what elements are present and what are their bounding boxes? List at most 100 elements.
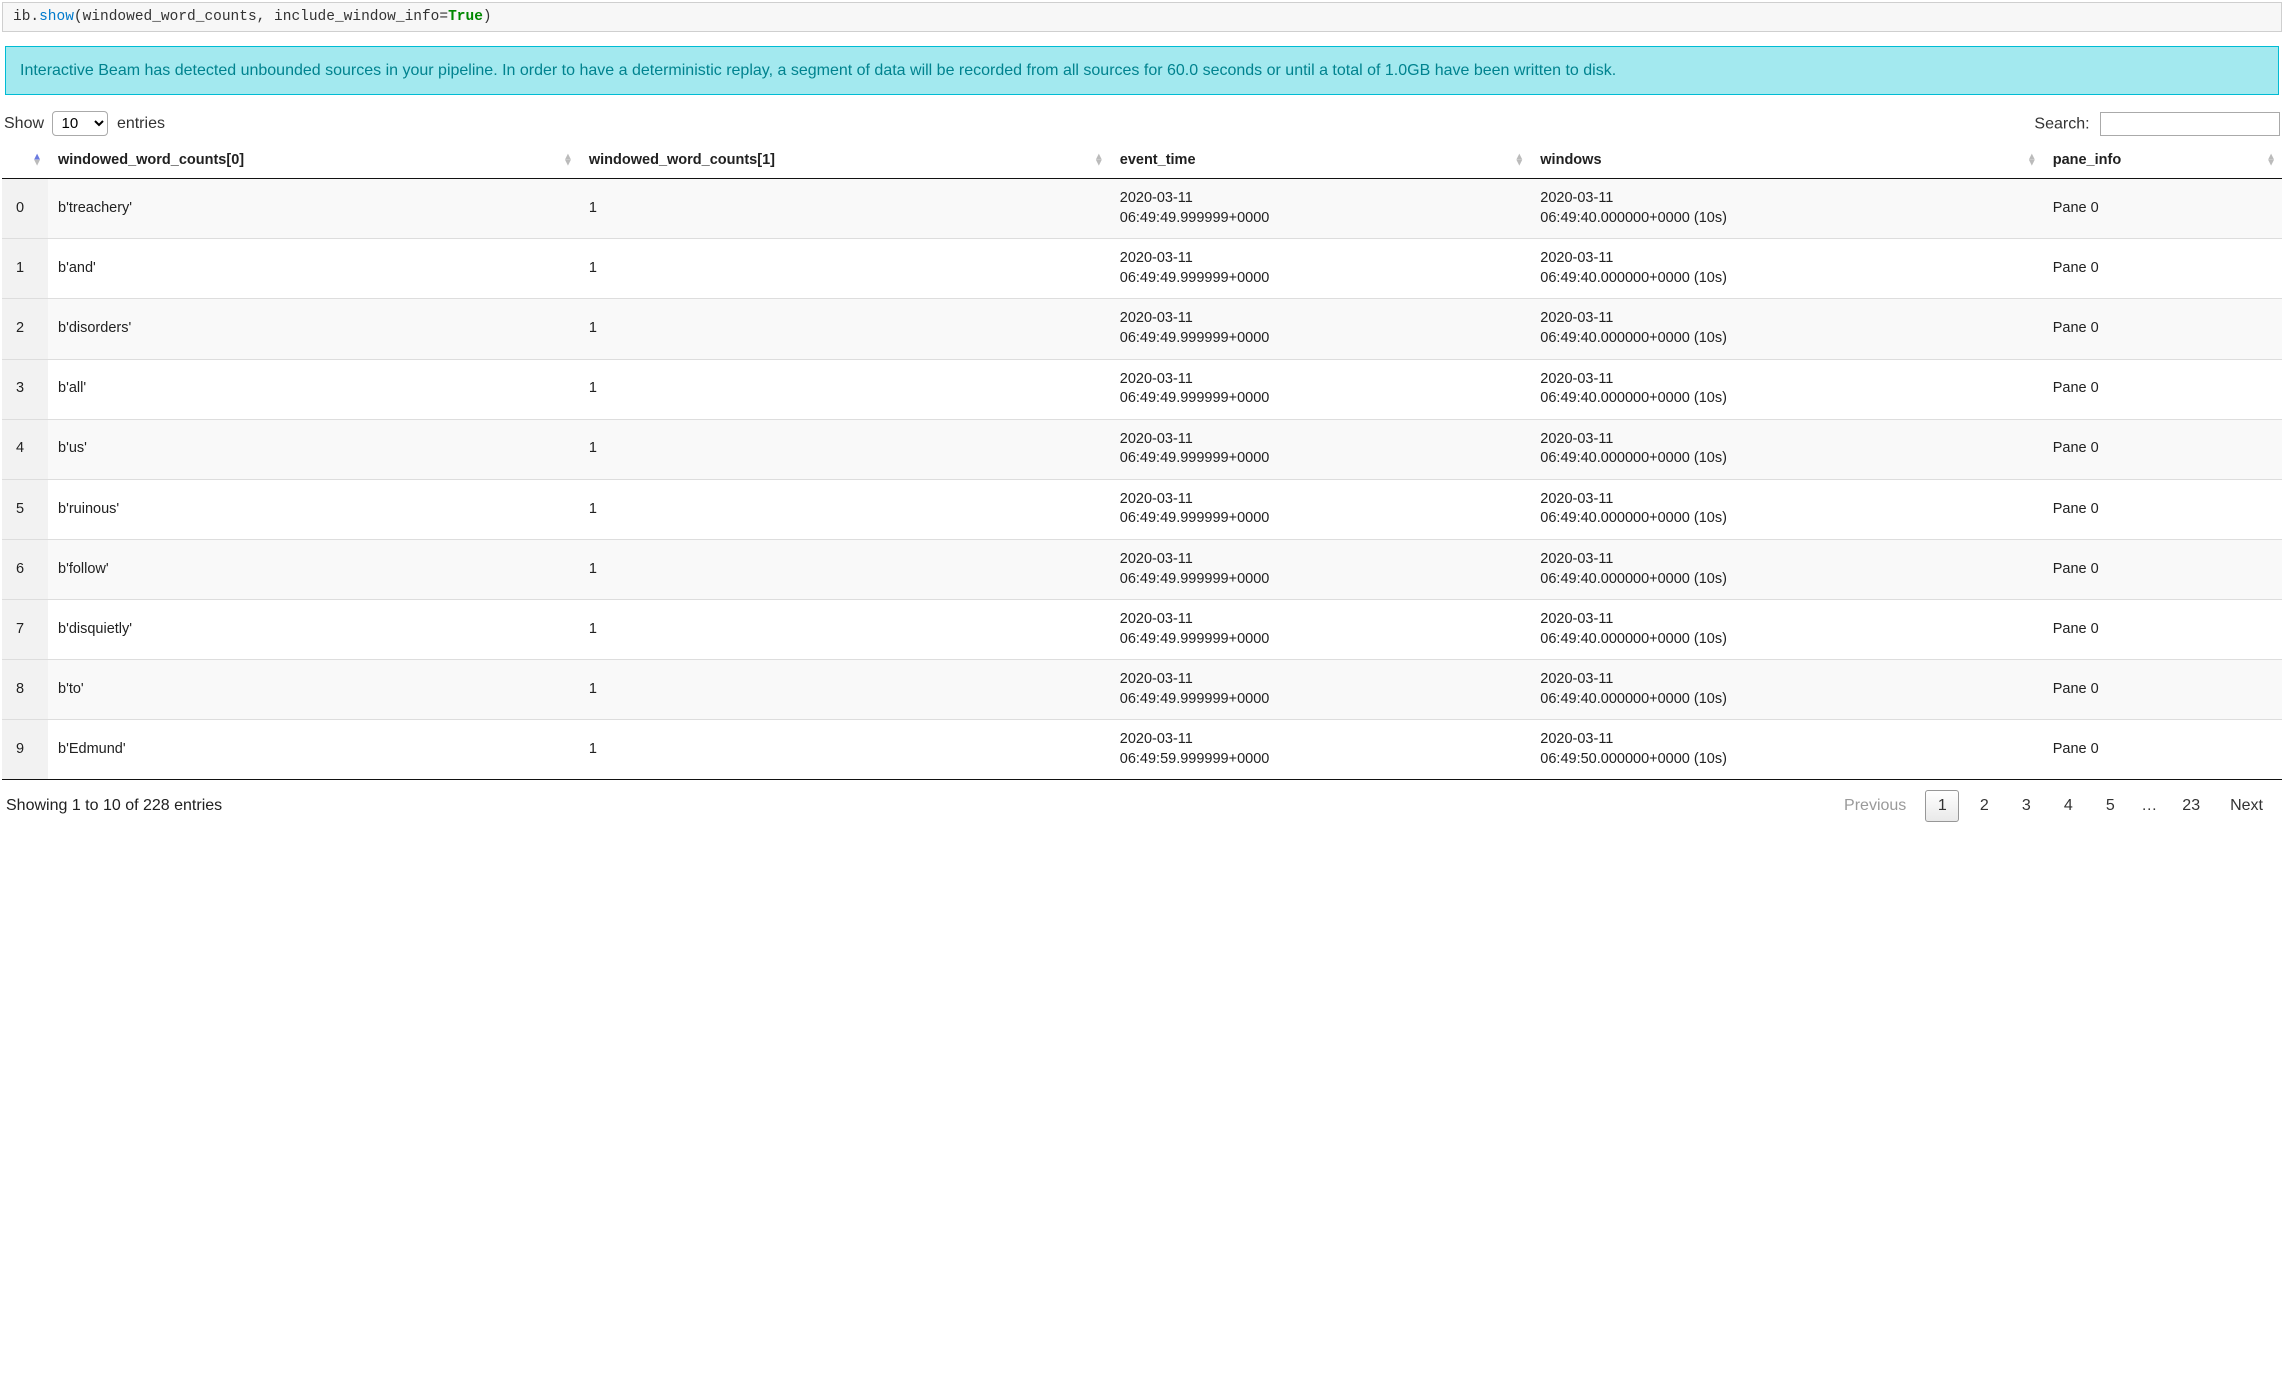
code-func: show — [39, 9, 74, 25]
cell-pane-info: Pane 0 — [2043, 179, 2282, 239]
paginate-page[interactable]: 5 — [2093, 790, 2127, 822]
sort-icon: ▲▼ — [2266, 155, 2276, 166]
col-header-pane-info[interactable]: pane_info ▲▼ — [2043, 142, 2282, 179]
table-row: 7b'disquietly'12020-03-11 06:49:49.99999… — [2, 600, 2282, 660]
cell-windows: 2020-03-11 06:49:40.000000+0000 (10s) — [1530, 299, 2042, 359]
sort-icon: ▲▼ — [563, 155, 573, 166]
search-input[interactable] — [2100, 112, 2280, 136]
table-row: 0b'treachery'12020-03-11 06:49:49.999999… — [2, 179, 2282, 239]
cell-pane-info: Pane 0 — [2043, 479, 2282, 539]
cell-index: 8 — [2, 660, 48, 720]
cell-pane-info: Pane 0 — [2043, 359, 2282, 419]
table-header-row: ▲▼ windowed_word_counts[0] ▲▼ windowed_w… — [2, 142, 2282, 179]
col-header-word[interactable]: windowed_word_counts[0] ▲▼ — [48, 142, 579, 179]
table-row: 3b'all'12020-03-11 06:49:49.999999+00002… — [2, 359, 2282, 419]
cell-event-time: 2020-03-11 06:49:49.999999+0000 — [1110, 239, 1531, 299]
search-control: Search: — [2034, 112, 2280, 136]
cell-count: 1 — [579, 479, 1110, 539]
cell-index: 1 — [2, 239, 48, 299]
code-close: ) — [483, 9, 492, 25]
code-cell: ib.show(windowed_word_counts, include_wi… — [2, 2, 2282, 32]
cell-index: 0 — [2, 179, 48, 239]
table-body: 0b'treachery'12020-03-11 06:49:49.999999… — [2, 179, 2282, 780]
code-eq: = — [439, 9, 448, 25]
cell-word: b'disorders' — [48, 299, 579, 359]
code-kw: True — [448, 9, 483, 25]
paginate-page[interactable]: 4 — [2051, 790, 2085, 822]
cell-count: 1 — [579, 720, 1110, 780]
cell-event-time: 2020-03-11 06:49:49.999999+0000 — [1110, 539, 1531, 599]
col-header-windows[interactable]: windows ▲▼ — [1530, 142, 2042, 179]
cell-index: 4 — [2, 419, 48, 479]
cell-word: b'us' — [48, 419, 579, 479]
cell-event-time: 2020-03-11 06:49:49.999999+0000 — [1110, 299, 1531, 359]
cell-event-time: 2020-03-11 06:49:49.999999+0000 — [1110, 359, 1531, 419]
paginate-ellipsis: … — [2131, 797, 2167, 815]
cell-windows: 2020-03-11 06:49:40.000000+0000 (10s) — [1530, 359, 2042, 419]
cell-windows: 2020-03-11 06:49:40.000000+0000 (10s) — [1530, 479, 2042, 539]
sort-icon: ▲▼ — [1094, 155, 1104, 166]
paginate-page-last[interactable]: 23 — [2171, 790, 2211, 822]
cell-word: b'to' — [48, 660, 579, 720]
col-header-event-time[interactable]: event_time ▲▼ — [1110, 142, 1531, 179]
code-args: (windowed_word_counts, include_window_in… — [74, 9, 439, 25]
table-row: 5b'ruinous'12020-03-11 06:49:49.999999+0… — [2, 479, 2282, 539]
table-row: 4b'us'12020-03-11 06:49:49.999999+000020… — [2, 419, 2282, 479]
cell-pane-info: Pane 0 — [2043, 660, 2282, 720]
cell-index: 5 — [2, 479, 48, 539]
cell-count: 1 — [579, 600, 1110, 660]
data-table: ▲▼ windowed_word_counts[0] ▲▼ windowed_w… — [2, 142, 2282, 780]
cell-index: 2 — [2, 299, 48, 359]
cell-count: 1 — [579, 359, 1110, 419]
cell-index: 6 — [2, 539, 48, 599]
paginate-next[interactable]: Next — [2219, 790, 2274, 822]
table-row: 8b'to'12020-03-11 06:49:49.999999+000020… — [2, 660, 2282, 720]
cell-windows: 2020-03-11 06:49:40.000000+0000 (10s) — [1530, 600, 2042, 660]
sort-icon: ▲▼ — [1514, 155, 1524, 166]
sort-icon: ▲▼ — [32, 155, 42, 166]
cell-windows: 2020-03-11 06:49:40.000000+0000 (10s) — [1530, 539, 2042, 599]
table-row: 1b'and'12020-03-11 06:49:49.999999+00002… — [2, 239, 2282, 299]
datatable-footer: Showing 1 to 10 of 228 entries Previous … — [2, 780, 2282, 826]
table-row: 9b'Edmund'12020-03-11 06:49:59.999999+00… — [2, 720, 2282, 780]
cell-windows: 2020-03-11 06:49:40.000000+0000 (10s) — [1530, 660, 2042, 720]
cell-windows: 2020-03-11 06:49:40.000000+0000 (10s) — [1530, 419, 2042, 479]
length-control: Show 10 25 50 100 entries — [4, 111, 165, 136]
cell-event-time: 2020-03-11 06:49:49.999999+0000 — [1110, 179, 1531, 239]
paginate-page[interactable]: 2 — [1967, 790, 2001, 822]
pagination: Previous 1 2 3 4 5 … 23 Next — [1829, 790, 2278, 822]
cell-event-time: 2020-03-11 06:49:49.999999+0000 — [1110, 419, 1531, 479]
cell-word: b'all' — [48, 359, 579, 419]
cell-pane-info: Pane 0 — [2043, 419, 2282, 479]
paginate-page[interactable]: 3 — [2009, 790, 2043, 822]
datatable-controls: Show 10 25 50 100 entries Search: — [2, 109, 2282, 142]
cell-count: 1 — [579, 660, 1110, 720]
table-row: 6b'follow'12020-03-11 06:49:49.999999+00… — [2, 539, 2282, 599]
cell-count: 1 — [579, 419, 1110, 479]
cell-pane-info: Pane 0 — [2043, 239, 2282, 299]
cell-pane-info: Pane 0 — [2043, 720, 2282, 780]
length-select[interactable]: 10 25 50 100 — [52, 111, 108, 136]
col-header-count[interactable]: windowed_word_counts[1] ▲▼ — [579, 142, 1110, 179]
search-label: Search: — [2034, 115, 2089, 132]
length-show-label: Show — [4, 115, 44, 132]
length-entries-label: entries — [117, 115, 165, 132]
cell-pane-info: Pane 0 — [2043, 539, 2282, 599]
col-header-index[interactable]: ▲▼ — [2, 142, 48, 179]
cell-word: b'Edmund' — [48, 720, 579, 780]
cell-index: 3 — [2, 359, 48, 419]
paginate-previous[interactable]: Previous — [1833, 790, 1917, 822]
paginate-page[interactable]: 1 — [1925, 790, 1959, 822]
cell-windows: 2020-03-11 06:49:40.000000+0000 (10s) — [1530, 179, 2042, 239]
cell-word: b'follow' — [48, 539, 579, 599]
cell-word: b'disquietly' — [48, 600, 579, 660]
cell-index: 9 — [2, 720, 48, 780]
table-info: Showing 1 to 10 of 228 entries — [6, 797, 222, 815]
cell-index: 7 — [2, 600, 48, 660]
table-row: 2b'disorders'12020-03-11 06:49:49.999999… — [2, 299, 2282, 359]
cell-event-time: 2020-03-11 06:49:49.999999+0000 — [1110, 479, 1531, 539]
code-prefix: ib. — [13, 9, 39, 25]
info-banner: Interactive Beam has detected unbounded … — [5, 46, 2279, 95]
cell-word: b'treachery' — [48, 179, 579, 239]
info-banner-text: Interactive Beam has detected unbounded … — [20, 62, 1616, 79]
